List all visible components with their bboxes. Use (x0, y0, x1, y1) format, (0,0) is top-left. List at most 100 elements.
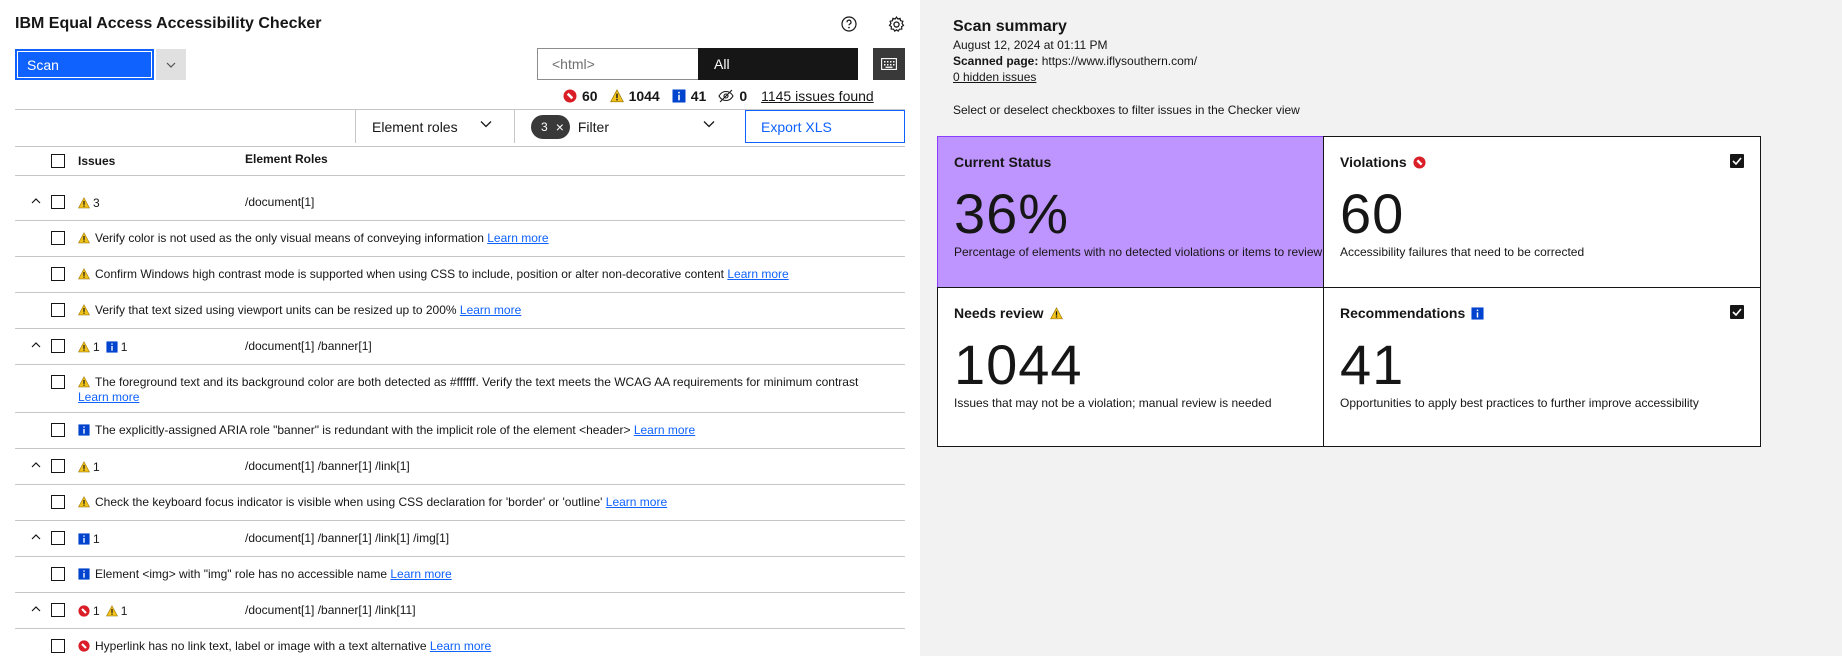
tile-current: Current Status 36% Percentage of element… (937, 136, 1375, 296)
tile-title: Current Status (954, 154, 1051, 170)
needs-review-icon (78, 496, 90, 508)
badge-count: 1 (120, 604, 128, 618)
issue-checkbox[interactable] (51, 423, 65, 437)
group-checkbox[interactable] (51, 195, 65, 209)
filter-count-tag[interactable]: 3 × (531, 114, 570, 139)
badge-count: 3 (93, 196, 100, 210)
tile-title: Needs review (954, 305, 1063, 321)
issues-found-link[interactable]: 1145 issues found (761, 88, 874, 104)
issue-row[interactable]: Element <img> with "img" role has no acc… (15, 557, 905, 593)
issue-group-row[interactable]: 11 /document[1] /banner[1] (15, 329, 905, 365)
tile-checkbox[interactable] (1730, 154, 1744, 168)
needs-review-count-value: 1044 (628, 88, 660, 104)
column-issues: Issues (78, 154, 116, 168)
recommendation-count[interactable]: 41 (672, 88, 706, 104)
tile-recommendations[interactable]: Recommendations 41 Opportunities to appl… (1323, 287, 1761, 447)
needs-review-count[interactable]: 1044 (609, 88, 660, 104)
learn-more-link[interactable]: Learn more (727, 267, 788, 281)
group-checkbox[interactable] (51, 459, 65, 473)
group-checkbox[interactable] (51, 603, 65, 617)
needs-review-icon (78, 268, 90, 280)
learn-more-link[interactable]: Learn more (460, 303, 521, 317)
tile-description: Percentage of elements with no detected … (954, 245, 1323, 259)
issue-text: Verify that text sized using viewport un… (95, 303, 457, 317)
hidden-count[interactable]: 0 (718, 88, 747, 104)
issue-checkbox[interactable] (51, 639, 65, 653)
checkmark-icon (1732, 308, 1742, 316)
issue-group-row[interactable]: 11 /document[1] /banner[1] /link[11] (15, 593, 905, 629)
issue-row[interactable]: The foreground text and its background c… (15, 365, 905, 413)
learn-more-link[interactable]: Learn more (606, 495, 667, 509)
issue-row[interactable]: Confirm Windows high contrast mode is su… (15, 257, 905, 293)
issue-checkbox[interactable] (51, 567, 65, 581)
issue-checkbox[interactable] (51, 495, 65, 509)
chevron-up-icon[interactable] (31, 341, 41, 348)
group-checkbox[interactable] (51, 339, 65, 353)
app-title: IBM Equal Access Accessibility Checker (15, 15, 322, 32)
scan-options-dropdown[interactable] (156, 49, 186, 80)
filter-label: Filter (577, 118, 609, 135)
tile-checkbox[interactable] (1730, 305, 1744, 319)
group-checkbox[interactable] (51, 531, 65, 545)
issue-text: Element <img> with "img" role has no acc… (95, 567, 387, 581)
needs-review-icon (78, 461, 90, 473)
learn-more-link[interactable]: Learn more (390, 567, 451, 581)
issue-checkbox[interactable] (51, 303, 65, 317)
learn-more-link[interactable]: Learn more (78, 390, 139, 404)
element-roles-dropdown[interactable]: Element roles (355, 110, 515, 143)
tile-value: 41 (1340, 333, 1405, 396)
element-roles-label: Element roles (372, 118, 458, 135)
export-xls-button[interactable]: Export XLS (745, 110, 905, 143)
scanned-page-label: Scanned page: (953, 54, 1039, 68)
learn-more-link[interactable]: Learn more (487, 231, 548, 245)
issue-checkbox[interactable] (51, 267, 65, 281)
keyboard-icon[interactable] (873, 48, 905, 80)
issue-group-row[interactable]: 1 /document[1] /banner[1] /link[1] (15, 449, 905, 485)
learn-more-link[interactable]: Learn more (430, 639, 491, 653)
issue-text: Verify color is not used as the only vis… (95, 231, 484, 245)
chevron-up-icon[interactable] (31, 461, 41, 468)
group-badge: 1 (78, 340, 100, 354)
tile-violations[interactable]: Violations 60 Accessibility failures tha… (1323, 136, 1761, 296)
tile-description: Opportunities to apply best practices to… (1340, 396, 1699, 410)
scan-button[interactable]: Scan (15, 49, 154, 80)
scan-date: August 12, 2024 at 01:11 PM (953, 38, 1108, 52)
view-select[interactable]: All (698, 48, 858, 80)
filter-toolbar: Element roles 3 × Filter Export XLS (15, 110, 905, 143)
issue-group-row[interactable]: 1 /document[1] /banner[1] /link[1] /img[… (15, 521, 905, 557)
issue-checkbox[interactable] (51, 231, 65, 245)
issue-message: Hyperlink has no link text, label or ima… (78, 639, 875, 654)
hidden-issues-link[interactable]: 0 hidden issues (953, 70, 1036, 84)
learn-more-link[interactable]: Learn more (634, 423, 695, 437)
issue-row[interactable]: The explicitly-assigned ARIA role "banne… (15, 413, 905, 449)
chevron-down-icon (480, 121, 492, 128)
close-icon[interactable]: × (556, 119, 564, 135)
chevron-up-icon[interactable] (31, 533, 41, 540)
gear-icon[interactable] (886, 14, 906, 34)
column-element-roles: Element Roles (245, 152, 328, 166)
issue-text: Confirm Windows high contrast mode is su… (95, 267, 724, 281)
issue-checkbox[interactable] (51, 375, 65, 389)
issue-row[interactable]: Verify that text sized using viewport un… (15, 293, 905, 329)
issue-group-row[interactable]: 3 /document[1] (15, 185, 905, 221)
filter-dropdown[interactable]: 3 × Filter (515, 110, 745, 143)
needs-review-icon (78, 376, 90, 388)
chevron-up-icon[interactable] (31, 605, 41, 612)
select-all-checkbox[interactable] (51, 154, 65, 168)
tile-title: Violations (1340, 154, 1426, 170)
search-input[interactable]: <html> (537, 48, 698, 80)
violation-icon (78, 640, 90, 652)
recommendation-icon (672, 89, 686, 103)
issue-counts: 60 1044 41 0 1145 issues found (563, 87, 874, 105)
tile-review[interactable]: Needs review 1044 Issues that may not be… (937, 287, 1375, 447)
violation-count[interactable]: 60 (563, 88, 598, 104)
chevron-up-icon[interactable] (31, 197, 41, 204)
group-badge: 1 (78, 532, 100, 546)
issue-text: Check the keyboard focus indicator is vi… (95, 495, 603, 509)
issue-row[interactable]: Check the keyboard focus indicator is vi… (15, 485, 905, 521)
issue-row[interactable]: Hyperlink has no link text, label or ima… (15, 629, 905, 656)
issue-row[interactable]: Verify color is not used as the only vis… (15, 221, 905, 257)
recommendation-icon (1471, 306, 1484, 320)
help-icon[interactable] (839, 14, 859, 34)
group-badges: 11 (78, 340, 133, 354)
